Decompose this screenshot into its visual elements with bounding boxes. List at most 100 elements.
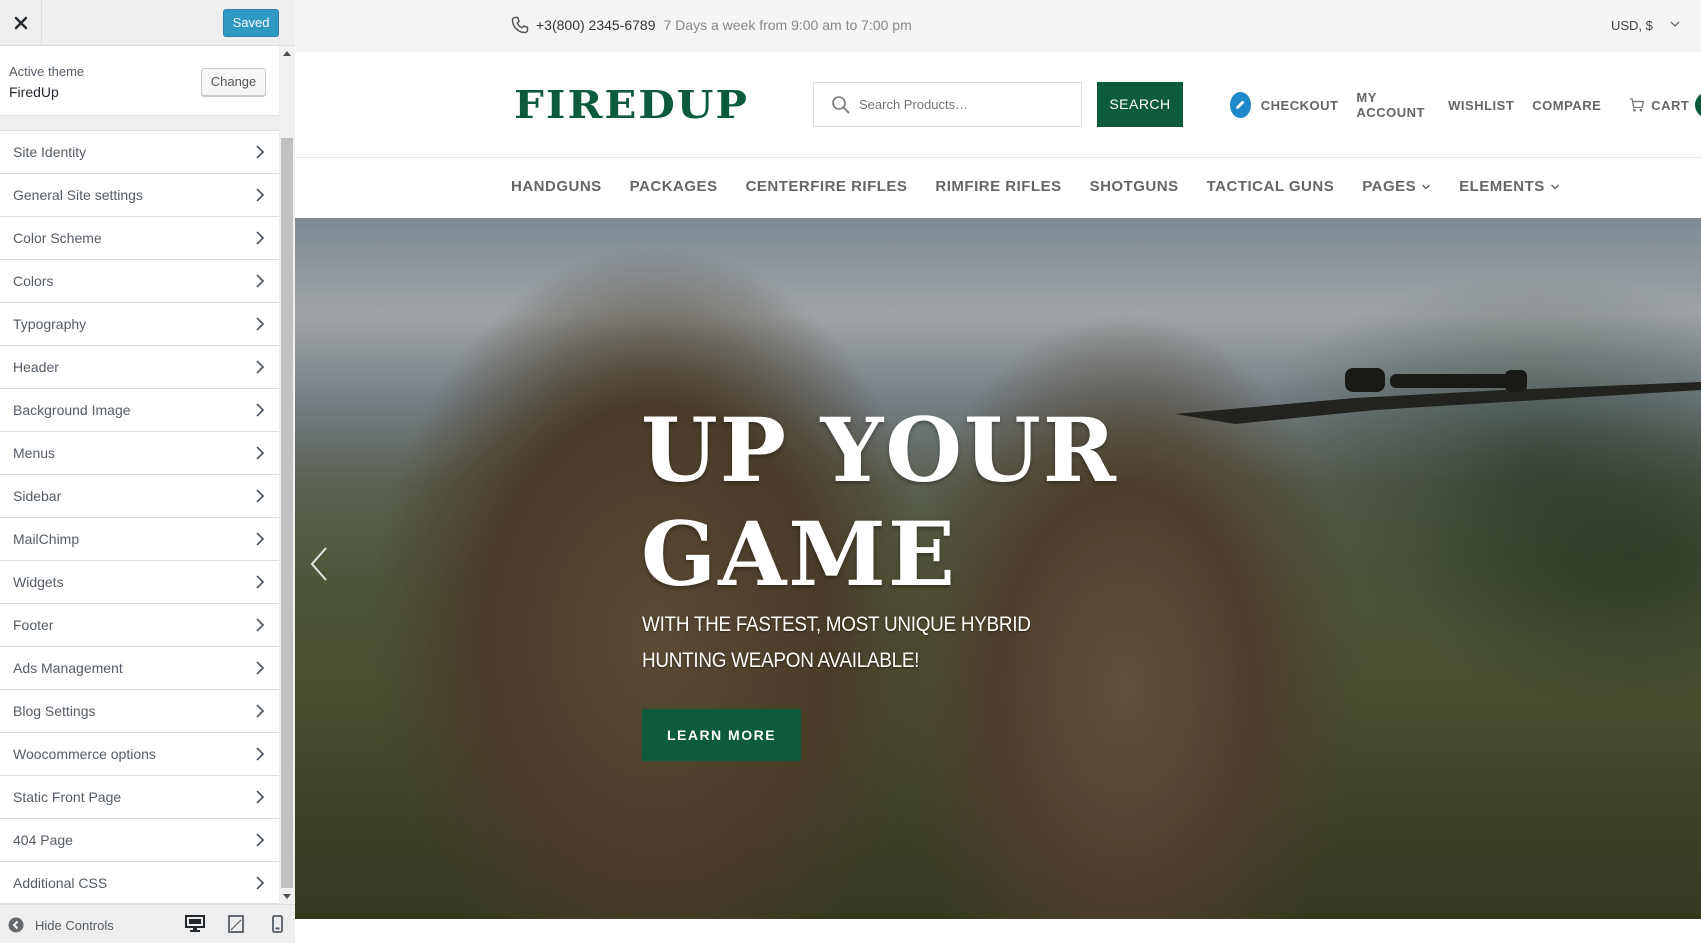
section-label: Additional CSS xyxy=(13,875,108,891)
currency-selector[interactable]: USD, $ xyxy=(1611,18,1653,33)
section-label: Blog Settings xyxy=(13,703,96,719)
cart-icon xyxy=(1630,98,1645,112)
search-input[interactable] xyxy=(859,83,1079,126)
nav-item-tactical-guns[interactable]: TACTICAL GUNS xyxy=(1207,178,1335,195)
site-logo[interactable]: FIREDUP xyxy=(514,82,749,127)
nav-item-label: PAGES xyxy=(1362,178,1417,195)
nav-item-label: ELEMENTS xyxy=(1459,178,1545,195)
section-label: Menus xyxy=(13,445,56,461)
section-label: Sidebar xyxy=(13,488,62,504)
section-typography[interactable]: Typography xyxy=(0,302,279,345)
hide-controls-label: Hide Controls xyxy=(35,917,114,933)
chevron-left-icon[interactable] xyxy=(309,546,329,582)
section-label: Widgets xyxy=(13,574,64,590)
search-button[interactable]: SEARCH xyxy=(1097,82,1183,127)
scroll-up-arrow-icon[interactable] xyxy=(283,51,291,56)
section-header[interactable]: Header xyxy=(0,345,279,388)
chevron-right-icon xyxy=(256,317,265,331)
chevron-right-icon xyxy=(256,145,265,159)
section-ads-management[interactable]: Ads Management xyxy=(0,646,279,689)
nav-item-label: TACTICAL GUNS xyxy=(1206,178,1335,195)
hero-title-line-1: UP YOUR xyxy=(641,398,1118,502)
nav-item-pages[interactable]: PAGES xyxy=(1362,178,1431,195)
header-links: CHECKOUT MY ACCOUNT WISHLIST COMPARE CAR… xyxy=(1230,90,1701,120)
nav-item-label: RIMFIRE RIFLES xyxy=(935,178,1062,195)
wishlist-link[interactable]: WISHLIST xyxy=(1448,98,1514,113)
chevron-right-icon xyxy=(256,833,265,847)
section-label: Typography xyxy=(13,316,87,332)
section-label: Footer xyxy=(13,617,54,633)
phone-number[interactable]: +3(800) 2345-6789 xyxy=(536,17,656,33)
chevron-right-icon xyxy=(256,661,265,675)
scrollbar-thumb[interactable] xyxy=(281,138,293,888)
change-theme-button[interactable]: Change xyxy=(201,68,266,96)
pencil-icon[interactable] xyxy=(1230,92,1251,118)
nav-item-label: CENTERFIRE RIFLES xyxy=(745,178,908,195)
saved-button[interactable]: Saved xyxy=(223,9,279,37)
opening-hours: 7 Days a week from 9:00 am to 7:00 pm xyxy=(663,17,912,33)
nav-item-elements[interactable]: ELEMENTS xyxy=(1459,178,1560,195)
section-sidebar[interactable]: Sidebar xyxy=(0,474,279,517)
section-mailchimp[interactable]: MailChimp xyxy=(0,517,279,560)
nav-item-label: HANDGUNS xyxy=(511,178,602,195)
section-label: Header xyxy=(13,359,59,375)
nav-item-rimfire-rifles[interactable]: RIMFIRE RIFLES xyxy=(935,178,1061,195)
section-label: Colors xyxy=(13,273,54,289)
pencil-glyph-icon xyxy=(1236,100,1245,109)
top-bar: +3(800) 2345-6789 7 Days a week from 9:0… xyxy=(295,0,1701,52)
tablet-preview-button[interactable] xyxy=(228,915,244,938)
chevron-down-icon xyxy=(1550,183,1559,190)
mobile-preview-button[interactable] xyxy=(272,915,283,938)
site-preview: +3(800) 2345-6789 7 Days a week from 9:0… xyxy=(295,0,1701,943)
my-account-link[interactable]: MY ACCOUNT xyxy=(1356,90,1430,120)
section-colors[interactable]: Colors xyxy=(0,259,279,302)
hide-controls-button[interactable]: Hide Controls xyxy=(8,917,114,933)
section-footer[interactable]: Footer xyxy=(0,603,279,646)
nav-item-shotguns[interactable]: SHOTGUNS xyxy=(1090,178,1179,195)
customizer-sidebar: Saved Active theme FiredUp Change Site I… xyxy=(0,0,295,943)
nav-item-handguns[interactable]: HANDGUNS xyxy=(511,178,602,195)
nav-items: HANDGUNS PACKAGES CENTERFIRE RIFLES RIMFIRE… xyxy=(511,178,1588,195)
section-label: 404 Page xyxy=(13,832,73,848)
section-label: Background Image xyxy=(13,402,131,418)
section-color-scheme[interactable]: Color Scheme xyxy=(0,216,279,259)
mobile-icon xyxy=(272,915,283,933)
nav-item-label: SHOTGUNS xyxy=(1089,178,1179,195)
learn-more-button[interactable]: LEARN MORE xyxy=(642,709,801,761)
section-site-identity[interactable]: Site Identity xyxy=(0,130,279,173)
nav-item-centerfire-rifles[interactable]: CENTERFIRE RIFLES xyxy=(746,178,908,195)
chevron-right-icon xyxy=(256,790,265,804)
desktop-icon xyxy=(185,915,205,932)
chevron-down-icon xyxy=(1422,183,1431,190)
nav-item-label: PACKAGES xyxy=(629,178,718,195)
sidebar-scrollbar[interactable] xyxy=(280,46,295,904)
section-static-front-page[interactable]: Static Front Page xyxy=(0,775,279,818)
hero-title-line-2: GAME xyxy=(641,502,957,606)
customizer-section-list: Site Identity General Site settings Color … xyxy=(0,130,279,904)
close-button[interactable] xyxy=(0,0,42,46)
chevron-right-icon xyxy=(256,360,265,374)
section-label: Color Scheme xyxy=(13,230,102,246)
section-additional-css[interactable]: Additional CSS xyxy=(0,861,279,904)
customizer-footer: Hide Controls xyxy=(0,904,295,943)
section-general-site-settings[interactable]: General Site settings xyxy=(0,173,279,216)
section-404-page[interactable]: 404 Page xyxy=(0,818,279,861)
desktop-preview-button[interactable] xyxy=(185,915,205,938)
chevron-down-icon[interactable] xyxy=(1669,18,1681,30)
scroll-down-arrow-icon[interactable] xyxy=(283,894,291,899)
compare-link[interactable]: COMPARE xyxy=(1532,98,1601,113)
cart-count-badge: 0 xyxy=(1695,92,1701,118)
section-woocommerce-options[interactable]: Woocommerce options xyxy=(0,732,279,775)
section-menus[interactable]: Menus xyxy=(0,431,279,474)
section-widgets[interactable]: Widgets xyxy=(0,560,279,603)
nav-item-packages[interactable]: PACKAGES xyxy=(630,178,718,195)
phone-icon xyxy=(511,16,529,34)
section-blog-settings[interactable]: Blog Settings xyxy=(0,689,279,732)
active-theme-name: FiredUp xyxy=(9,84,59,100)
hero-subtitle: WITH THE FASTEST, MOST UNIQUE HYBRID HUN… xyxy=(642,613,1031,672)
chevron-right-icon xyxy=(256,704,265,718)
chevron-right-icon xyxy=(256,532,265,546)
cart-button[interactable]: CART 0 xyxy=(1629,92,1701,118)
checkout-link[interactable]: CHECKOUT xyxy=(1261,98,1339,113)
section-background-image[interactable]: Background Image xyxy=(0,388,279,431)
